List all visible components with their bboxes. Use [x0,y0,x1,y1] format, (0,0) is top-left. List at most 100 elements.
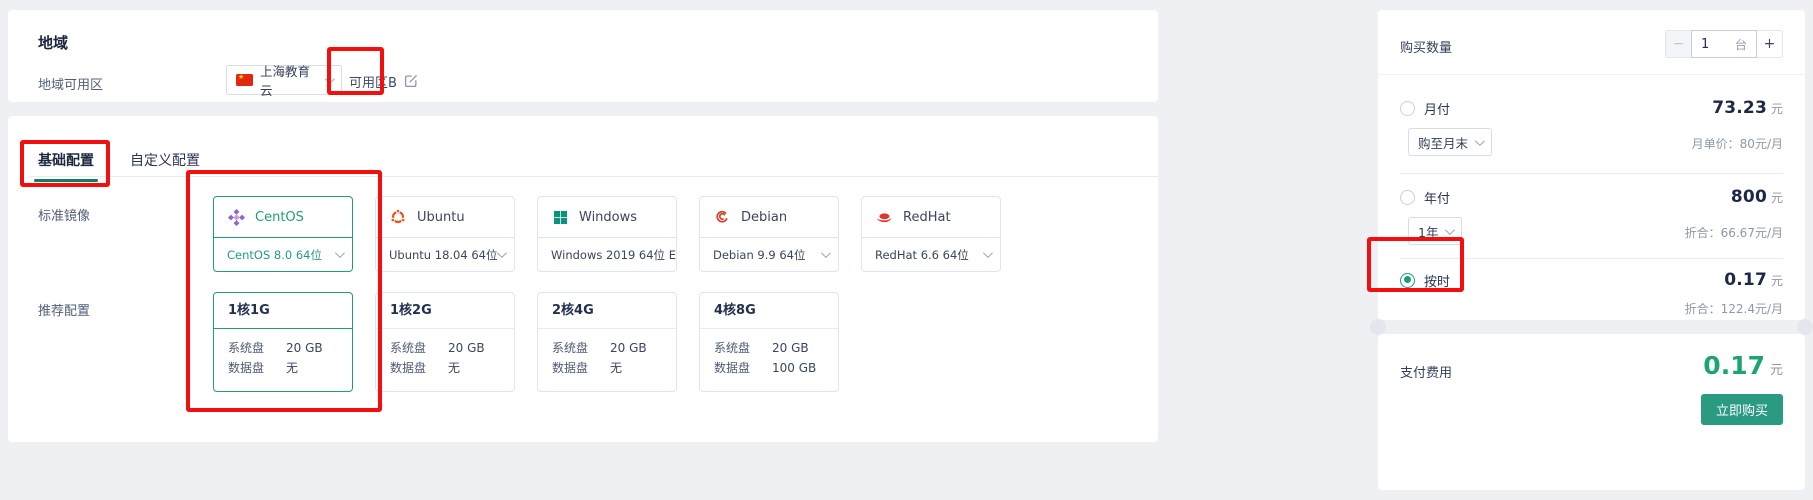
radio-unchecked-icon[interactable] [1400,190,1415,205]
divider [1400,258,1783,259]
image-name: RedHat [903,210,951,225]
region-title: 地域 [38,32,68,53]
yearly-duration-select[interactable]: 1年 [1408,217,1462,245]
quantity-unit: 台 [1735,36,1747,53]
plan-hourly[interactable]: 按时 0.17元 [1400,270,1783,290]
image-card-centos-header[interactable]: CentOS [214,197,352,238]
spec-label: 系统盘 [228,338,286,358]
chevron-down-icon [497,248,507,258]
tab-custom-config[interactable]: 自定义配置 [130,150,200,182]
radio-unchecked-icon[interactable] [1400,101,1415,116]
image-card-ubuntu-header[interactable]: Ubuntu [376,197,514,238]
coupon-notch-left [1370,319,1386,335]
hourly-converted-note: 折合：122.4元/月 [1685,300,1783,317]
divider [1400,173,1783,174]
quantity-increase-button[interactable]: + [1757,30,1783,58]
quantity-input[interactable]: 1 台 [1691,30,1757,58]
windows-icon [551,208,569,226]
chevron-down-icon [1445,225,1455,235]
spec-label: 数据盘 [390,358,448,378]
plan-price-value: 800 [1731,187,1767,207]
yearly-converted-note: 折合：66.67元/月 [1685,224,1783,241]
preset-specs: 系统盘20 GB 数据盘无 [214,329,352,378]
image-version-value: Debian 9.9 64位 [713,247,806,263]
image-card-redhat[interactable]: RedHat RedHat 6.6 64位 [861,196,1001,272]
preset-specs: 系统盘20 GB 数据盘100 GB [700,329,838,378]
preset-name: 1核2G [376,293,514,329]
image-version-select-ubuntu[interactable]: Ubuntu 18.04 64位 [376,238,514,271]
chevron-down-icon [325,74,335,84]
preset-name: 4核8G [700,293,838,329]
plan-price-currency: 元 [1771,274,1783,288]
image-name: Debian [741,210,787,225]
image-version-select-redhat[interactable]: RedHat 6.6 64位 [862,238,1000,271]
image-card-redhat-header[interactable]: RedHat [862,197,1000,238]
pay-amount: 0.17元 [1703,351,1783,380]
plan-name: 年付 [1424,188,1450,207]
image-card-debian-header[interactable]: Debian [700,197,838,238]
image-version-value: RedHat 6.6 64位 [875,247,969,263]
image-version-select-windows[interactable]: Windows 2019 64位 EN [538,238,676,271]
quantity-decrease-button[interactable]: − [1665,30,1691,58]
image-name: Windows [579,210,637,225]
quantity-stepper: − 1 台 + [1665,30,1783,58]
preset-name: 2核4G [538,293,676,329]
image-version-value: Ubuntu 18.04 64位 [389,247,497,263]
quantity-value: 1 [1701,37,1709,52]
image-card-windows-header[interactable]: Windows [538,197,676,238]
plan-name: 月付 [1424,99,1450,118]
preset-card-4c8g[interactable]: 4核8G 系统盘20 GB 数据盘100 GB [699,292,839,392]
preset-card-2c4g[interactable]: 2核4G 系统盘20 GB 数据盘无 [537,292,677,392]
plan-price-value: 73.23 [1712,98,1767,118]
centos-icon [227,208,245,226]
quantity-label: 购买数量 [1400,37,1452,56]
image-card-ubuntu[interactable]: Ubuntu Ubuntu 18.04 64位 [375,196,515,272]
plan-price: 800元 [1731,187,1783,207]
config-section: 基础配置 自定义配置 标准镜像 CentOS Cen [8,116,1158,442]
spec-label: 系统盘 [390,338,448,358]
image-name: Ubuntu [417,210,465,225]
config-tabs: 基础配置 自定义配置 [38,150,200,182]
spec-value: 20 GB [448,338,485,358]
region-select[interactable]: 上海教育云 [226,65,342,95]
edit-icon[interactable] [404,73,418,87]
image-version-select-centos[interactable]: CentOS 8.0 64位 [214,238,352,271]
purchase-panel: 购买数量 − 1 台 + 月付 73.23元 购至月末 月单价：80元/月 年付 [1378,10,1805,320]
image-card-row: CentOS CentOS 8.0 64位 [213,196,1001,272]
divider [1378,74,1805,75]
image-name: CentOS [255,210,304,225]
plan-monthly[interactable]: 月付 73.23元 [1400,98,1783,118]
preset-card-row: 1核1G 系统盘20 GB 数据盘无 1核2G 系统盘20 GB 数据盘无 2核… [213,292,839,392]
radio-checked-icon[interactable] [1400,273,1415,288]
chevron-down-icon [1475,136,1485,146]
spec-label: 系统盘 [714,338,772,358]
tab-basic-config[interactable]: 基础配置 [38,150,94,182]
china-flag-icon [236,74,253,86]
redhat-icon [875,208,893,226]
plan-yearly[interactable]: 年付 800元 [1400,187,1783,207]
spec-value: 100 GB [772,358,816,378]
divider [30,176,1158,177]
availability-zone-value[interactable]: 可用区B [349,72,397,91]
preset-specs: 系统盘20 GB 数据盘无 [538,329,676,378]
debian-icon [713,208,731,226]
region-select-value: 上海教育云 [260,61,318,99]
payment-panel: 支付费用 0.17元 立即购买 [1378,334,1805,490]
preset-name: 1核1G [214,293,352,329]
spec-label: 数据盘 [714,358,772,378]
monthly-duration-select[interactable]: 购至月末 [1408,128,1492,156]
image-card-centos[interactable]: CentOS CentOS 8.0 64位 [213,196,353,272]
buy-now-button[interactable]: 立即购买 [1701,394,1783,425]
cloud-provision-page: 地域 地域可用区 上海教育云 可用区B 基础配置 自定义配置 标准镜像 [0,0,1813,500]
preset-row-label: 推荐配置 [38,300,90,319]
yearly-duration-value: 1年 [1418,222,1438,241]
preset-card-1c1g[interactable]: 1核1G 系统盘20 GB 数据盘无 [213,292,353,392]
preset-card-1c2g[interactable]: 1核2G 系统盘20 GB 数据盘无 [375,292,515,392]
image-version-select-debian[interactable]: Debian 9.9 64位 [700,238,838,271]
spec-value: 20 GB [772,338,809,358]
image-card-windows[interactable]: Windows Windows 2019 64位 EN [537,196,677,272]
image-row-label: 标准镜像 [38,205,90,224]
image-card-debian[interactable]: Debian Debian 9.9 64位 [699,196,839,272]
spec-value: 无 [610,358,622,378]
plan-price: 73.23元 [1712,98,1783,118]
